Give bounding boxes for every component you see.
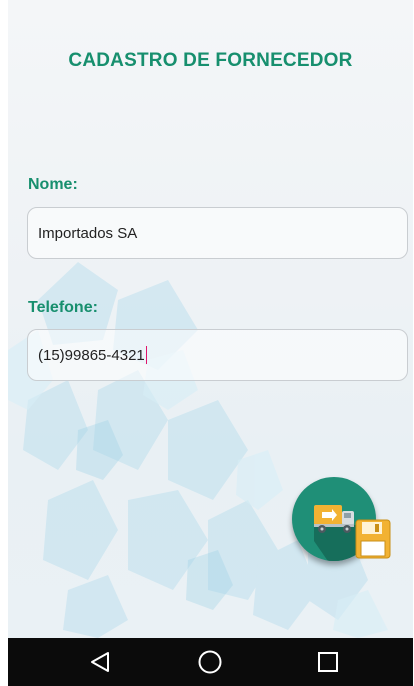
page-title: CADASTRO DE FORNECEDOR [68,50,353,71]
home-circle-icon [198,650,222,674]
nav-home-button[interactable] [180,638,240,686]
text-cursor [145,346,148,364]
back-triangle-icon [91,652,109,672]
phone-field-value: (15)99865-4321 [38,346,145,364]
name-label: Nome: [28,176,78,193]
phone-label: Telefone: [28,299,98,316]
phone-field[interactable]: (15)99865-4321 [27,329,408,381]
app-screen: CADASTRO DE FORNECEDOR Nome: Importados … [8,0,413,638]
floppy-disk-icon [355,519,391,559]
name-field-value: Importados SA [38,224,138,242]
system-navigation-bar [8,638,413,686]
recents-square-icon [318,652,338,672]
nav-recents-button[interactable] [298,638,358,686]
name-field[interactable]: Importados SA [27,207,408,259]
nav-back-button[interactable] [70,638,130,686]
